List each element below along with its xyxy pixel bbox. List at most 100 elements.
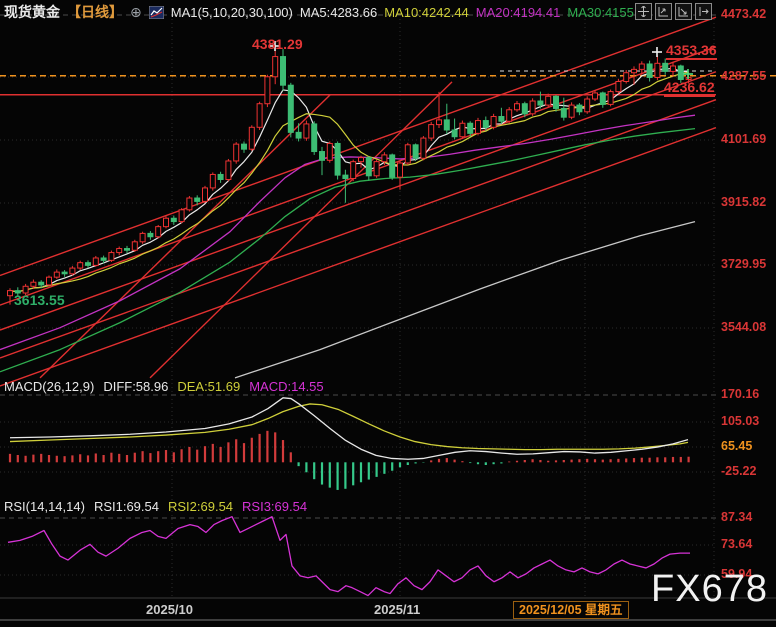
toolbar — [635, 3, 712, 20]
macd-diff-value: DIFF:58.96 — [103, 379, 168, 394]
price-axis-label: 4287.55 — [721, 69, 766, 83]
ma30-value: MA30:4155 — [567, 5, 634, 20]
trend-line — [0, 47, 716, 305]
candle-body — [452, 130, 457, 137]
ma5-value: MA5:4283.66 — [300, 5, 377, 20]
candle-body — [530, 101, 535, 114]
trend-line — [0, 72, 716, 330]
candle-body — [117, 249, 122, 253]
candle-body — [125, 249, 130, 251]
symbol-title: 现货黄金 — [4, 2, 60, 22]
candle-body — [327, 143, 332, 160]
price-markers — [270, 41, 693, 79]
price-axis-label: 65.45 — [721, 439, 752, 453]
candle-body — [273, 57, 278, 77]
y-axis-zoom-icon[interactable] — [675, 3, 692, 20]
candle-body — [78, 263, 83, 268]
candle-body — [86, 263, 91, 266]
candle-body — [234, 144, 239, 161]
collapse-right-icon[interactable] — [695, 3, 712, 20]
candle-body — [179, 210, 184, 222]
x-axis-zoom-icon[interactable] — [655, 3, 672, 20]
rsi-lines — [8, 517, 690, 596]
candle-body — [54, 272, 59, 277]
candle-body — [460, 123, 465, 136]
candle-body — [429, 125, 434, 138]
price-overlay-label: 4236.62 — [664, 79, 715, 97]
candle-body — [351, 162, 356, 179]
candle-body — [663, 63, 668, 71]
chart-type-icon[interactable] — [149, 6, 164, 19]
trend-line — [40, 95, 330, 378]
rsi2-value: RSI2:69.54 — [168, 499, 233, 514]
candle-body — [616, 81, 621, 91]
diff-line — [10, 398, 688, 459]
candle-body — [421, 138, 426, 158]
candle-body — [608, 92, 613, 105]
candle-body — [171, 218, 176, 221]
candle-body — [405, 145, 410, 163]
ma10-value: MA10:4242.44 — [384, 5, 469, 20]
candle-body — [491, 117, 496, 128]
macd-lines — [10, 398, 688, 459]
candle-body — [304, 124, 309, 138]
ma100-line — [235, 222, 695, 378]
trend-line — [0, 17, 716, 275]
price-axis-label: 3544.08 — [721, 320, 766, 334]
candle-body — [39, 282, 44, 285]
price-axis-label: 3729.95 — [721, 257, 766, 271]
candle-body — [366, 158, 371, 176]
move-icon[interactable] — [635, 3, 652, 20]
rsi3-value: RSI3:69.54 — [242, 499, 307, 514]
rsi-header: RSI(14,14,14) RSI1:69.54 RSI2:69.54 RSI3… — [4, 499, 307, 514]
candle-body — [444, 120, 449, 130]
candle-body — [62, 272, 67, 274]
candle-body — [31, 282, 36, 286]
candle-body — [140, 233, 145, 241]
candle-body — [554, 96, 559, 108]
time-axis-label: 2025/10 — [146, 602, 193, 617]
candle-body — [522, 104, 527, 114]
macd-macd-value: MACD:14.55 — [249, 379, 323, 394]
candle-body — [335, 143, 340, 175]
candle-body — [257, 104, 262, 128]
candle-body — [242, 144, 247, 149]
crosshair-toggle-icon[interactable]: ⊕ — [130, 4, 142, 21]
price-overlay-label: 4353.36 — [666, 42, 717, 60]
candle-body — [468, 123, 473, 133]
candle-body — [671, 66, 676, 71]
rsi-line — [8, 517, 690, 596]
candle-body — [374, 162, 379, 176]
candle-body — [655, 63, 660, 77]
candle-body — [296, 132, 301, 138]
candle-body — [93, 258, 98, 265]
candle-body — [164, 218, 169, 226]
candle-body — [569, 105, 574, 117]
chart-canvas[interactable] — [0, 0, 776, 627]
candle-body — [515, 104, 520, 110]
macd-dea-value: DEA:51.69 — [177, 379, 240, 394]
candle-body — [109, 253, 114, 261]
candle-body — [148, 233, 153, 236]
ma-settings-label: MA1(5,10,20,30,100) — [171, 5, 293, 20]
price-overlay-label: 3613.55 — [14, 292, 65, 308]
current-date-label: 2025/12/05 星期五 — [513, 601, 629, 619]
candle-body — [101, 258, 106, 260]
candle-body — [647, 64, 652, 77]
candle-body — [382, 155, 387, 162]
trend-line — [0, 100, 716, 358]
price-overlay-label: 4381.29 — [252, 36, 303, 52]
candle-body — [632, 69, 637, 72]
candle-body — [600, 93, 605, 104]
candle-body — [226, 161, 231, 180]
candle-body — [483, 121, 488, 128]
candle-body — [585, 99, 590, 112]
period-selector[interactable]: 【日线】 — [67, 2, 123, 22]
macd-histogram — [10, 431, 689, 490]
price-axis-label: 73.64 — [721, 537, 752, 551]
macd-header: MACD(26,12,9) DIFF:58.96 DEA:51.69 MACD:… — [4, 379, 324, 394]
watermark: FX678 — [651, 568, 768, 611]
ma-lines — [0, 68, 695, 377]
candle-body — [312, 124, 317, 152]
candle-body — [8, 291, 13, 296]
